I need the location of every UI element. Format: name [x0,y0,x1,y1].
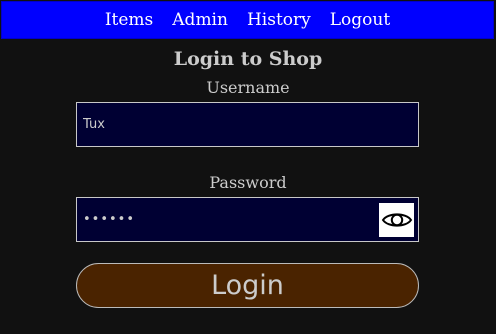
nav-item-logout[interactable]: Logout [330,11,390,29]
top-nav: Items Admin History Logout [1,1,494,39]
nav-item-items[interactable]: Items [105,11,153,29]
username-input[interactable] [76,102,419,147]
nav-item-admin[interactable]: Admin [172,11,228,29]
login-button[interactable]: Login [76,263,419,308]
page-title: Login to Shop [173,48,323,70]
nav-item-history[interactable]: History [247,11,311,29]
show-password-button[interactable] [379,203,414,237]
eye-icon [381,213,412,227]
password-label: Password [209,173,287,192]
username-label: Username [206,78,290,97]
password-input[interactable] [76,197,419,242]
